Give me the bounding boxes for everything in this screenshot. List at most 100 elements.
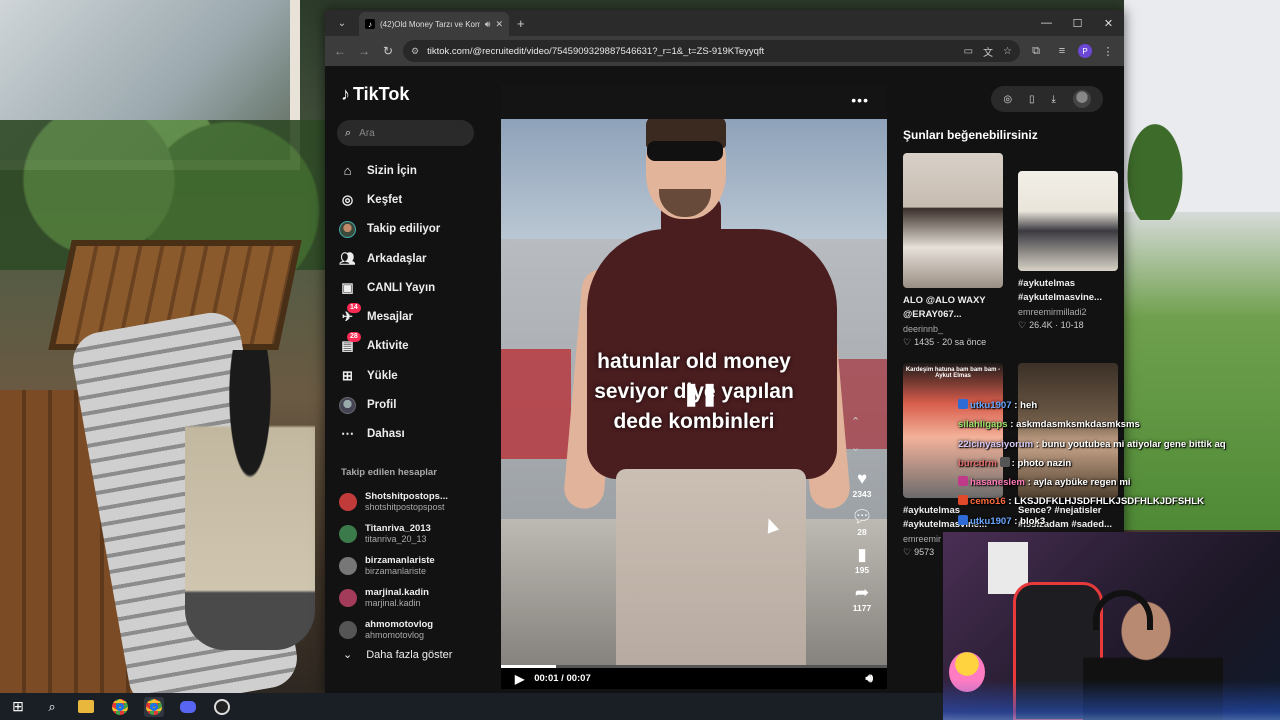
chat-badge-icon xyxy=(999,456,1010,467)
sidebar-item-profile[interactable]: Profil xyxy=(339,390,440,419)
sidebar-item-label: Aktivite xyxy=(367,340,409,353)
audio-icon[interactable]: 🔊︎ xyxy=(485,19,491,30)
new-tab-button[interactable]: + xyxy=(517,16,525,31)
following-accounts-title: Takip edilen hesaplar xyxy=(341,467,437,478)
video-player[interactable]: ••• hatunlar old money seviyor diye yapı xyxy=(501,84,887,689)
windows-start-icon[interactable]: ⊞ xyxy=(8,697,28,717)
chrome-icon[interactable] xyxy=(110,697,130,717)
video-nav-arrows: ⌃ ⌄ xyxy=(851,409,860,461)
show-more-button[interactable]: ⌄ Daha fazla göster xyxy=(343,648,452,662)
translate-icon[interactable]: 文 xyxy=(983,44,993,59)
card-title: #aykutelmas #aykutelmasvine... xyxy=(1018,278,1102,303)
more-options-icon[interactable]: ••• xyxy=(851,92,869,108)
pause-icon[interactable]: ❚❚ xyxy=(682,381,719,407)
chat-text: : LKSJDFKLHJSDFHLKJSDFHLKJDFSHLK xyxy=(1008,496,1205,508)
chrome-icon-active[interactable] xyxy=(144,696,164,717)
chat-message: hasaneslem : ayla aybüke regen mi xyxy=(958,473,1278,492)
chat-message: silahligaps : askmdasmksmkdasmksms xyxy=(958,415,1278,434)
sidebar-item-upload[interactable]: ⊞ Yükle xyxy=(339,361,440,390)
reload-button[interactable]: ↻ xyxy=(379,44,397,58)
close-window-button[interactable]: ✕ xyxy=(1093,10,1124,36)
neon-light xyxy=(943,680,1280,720)
tab-search-menu-icon[interactable]: ⌄ xyxy=(329,13,355,33)
minimize-button[interactable]: — xyxy=(1031,10,1062,36)
obs-icon[interactable] xyxy=(212,697,232,717)
comment-button[interactable]: 💬︎ 28 xyxy=(846,507,878,538)
share-count: 1177 xyxy=(852,603,872,613)
chat-message: utku1907 : blok3 xyxy=(958,512,1278,531)
suggestion-card[interactable]: #aykutelmas #aykutelmasvine... emreemirm… xyxy=(1018,153,1118,349)
avatar[interactable] xyxy=(1072,90,1091,108)
following-account[interactable]: birzamanlariste birzamanlariste xyxy=(339,550,448,582)
logo-text: TikTok xyxy=(353,84,410,104)
avatar xyxy=(339,589,357,607)
download-icon[interactable]: ⤓ xyxy=(1051,94,1055,105)
video-actions: ♥ 2343 💬︎ 28 ▮ 195 ➦ 1177 xyxy=(846,469,878,621)
compass-icon: ◎ xyxy=(341,191,354,207)
back-button[interactable]: ← xyxy=(331,44,349,58)
chat-text: : bunu youtubea mi atiyolar gene bittik … xyxy=(1035,438,1226,450)
chevron-down-icon[interactable]: ⌄ xyxy=(851,435,860,461)
forward-button[interactable]: → xyxy=(355,44,373,58)
chevron-up-icon[interactable]: ⌃ xyxy=(851,409,860,435)
save-count: 195 xyxy=(854,565,870,575)
avatar xyxy=(339,525,357,543)
account-handle: birzamanlariste xyxy=(365,566,427,576)
search-icon: ⌕ xyxy=(345,126,352,139)
url-field[interactable]: ⚙ tiktok.com/@recruitedit/video/75459093… xyxy=(403,40,1020,62)
site-info-icon[interactable]: ⚙ xyxy=(411,46,419,57)
chat-text: : ayla aybüke regen mi xyxy=(1027,477,1131,489)
media-controls-icon[interactable]: ≡ xyxy=(1052,45,1072,57)
video-frame[interactable]: hatunlar old money seviyor diye yapılan … xyxy=(501,119,887,665)
phone-icon[interactable]: ▯ xyxy=(1029,94,1035,105)
avatar xyxy=(339,621,357,639)
share-button[interactable]: ➦ 1177 xyxy=(846,583,878,614)
volume-icon[interactable]: 🔊︎ xyxy=(865,671,873,686)
following-account[interactable]: Shotshitpostops... shotshitpostopspost xyxy=(339,486,448,518)
compass-icon[interactable]: ◎ xyxy=(1003,94,1012,105)
chevron-down-icon: ⌄ xyxy=(343,649,353,661)
bookmark-star-icon[interactable]: ☆ xyxy=(1003,46,1012,57)
live-icon: ▣ xyxy=(341,279,354,295)
tiktok-logo[interactable]: ♪ TikTok xyxy=(341,84,409,105)
maximize-button[interactable]: ☐ xyxy=(1062,10,1093,36)
sidebar-item-messages[interactable]: ✈ 14 Mesajlar xyxy=(339,302,440,331)
chat-badge-icon xyxy=(958,495,968,506)
file-explorer-icon[interactable] xyxy=(76,697,96,717)
sidebar-item-more[interactable]: ⋯ Dahası xyxy=(339,420,440,449)
sidebar-item-following[interactable]: Takip ediliyor xyxy=(339,215,440,244)
sidebar-item-label: Sizin İçin xyxy=(367,164,417,177)
close-tab-icon[interactable]: ✕ xyxy=(495,19,503,30)
extensions-icon[interactable]: ⧉ xyxy=(1026,45,1046,58)
like-button[interactable]: ♥ 2343 xyxy=(846,469,878,500)
account-name: Titanriva_2013 xyxy=(365,523,431,534)
chat-text: : photo nazin xyxy=(1011,457,1072,469)
suggestion-card[interactable]: ALO @ALO WAXY @ERAY067... deerinnb_ ♡ 143… xyxy=(903,153,1003,349)
thumbnail-caption: Kardeşim hatuna bam bam bam - Aykut Elma… xyxy=(905,367,1001,379)
save-button[interactable]: ▮ 195 xyxy=(846,545,878,576)
cast-icon[interactable]: ▭ xyxy=(964,46,973,57)
windows-taskbar: ⊞ ⌕ xyxy=(0,693,943,720)
stream-chat-overlay: utku1907 : heh silahligaps : askmdasmksm… xyxy=(958,396,1278,531)
following-account[interactable]: ahmomotovlog ahmomotovlog xyxy=(339,614,448,646)
following-account[interactable]: Titanriva_2013 titanriva_20_13 xyxy=(339,518,448,550)
discord-icon[interactable] xyxy=(178,697,198,717)
sidebar-item-friends[interactable]: 👥︎ Arkadaşlar xyxy=(339,244,440,273)
sidebar-item-label: Mesajlar xyxy=(367,311,414,324)
sidebar-item-activity[interactable]: ▤ 28 Aktivite xyxy=(339,331,440,361)
sidebar-item-for-you[interactable]: ⌂ Sizin İçin xyxy=(339,156,440,185)
search-icon[interactable]: ⌕ xyxy=(42,697,62,717)
chat-text: : blok3 xyxy=(1014,515,1046,527)
search-input[interactable]: ⌕ Ara xyxy=(337,120,474,146)
background-right-plant xyxy=(1120,110,1190,220)
following-account[interactable]: marjinal.kadin marjinal.kadin xyxy=(339,582,448,614)
profile-avatar[interactable]: P xyxy=(1078,44,1092,58)
sidebar-item-explore[interactable]: ◎ Keşfet xyxy=(339,185,440,214)
more-icon: ⋯ xyxy=(341,426,354,442)
browser-menu-icon[interactable]: ⋮ xyxy=(1098,45,1118,58)
upload-icon: ⊞ xyxy=(342,367,353,383)
sidebar-item-live[interactable]: ▣ CANLI Yayın xyxy=(339,273,440,302)
sidebar-item-label: Dahası xyxy=(367,428,405,441)
play-icon[interactable]: ▶ xyxy=(515,672,524,686)
browser-tab[interactable]: ♪ (42)Old Money Tarzı ve Kom 🔊︎ ✕ xyxy=(359,12,509,36)
